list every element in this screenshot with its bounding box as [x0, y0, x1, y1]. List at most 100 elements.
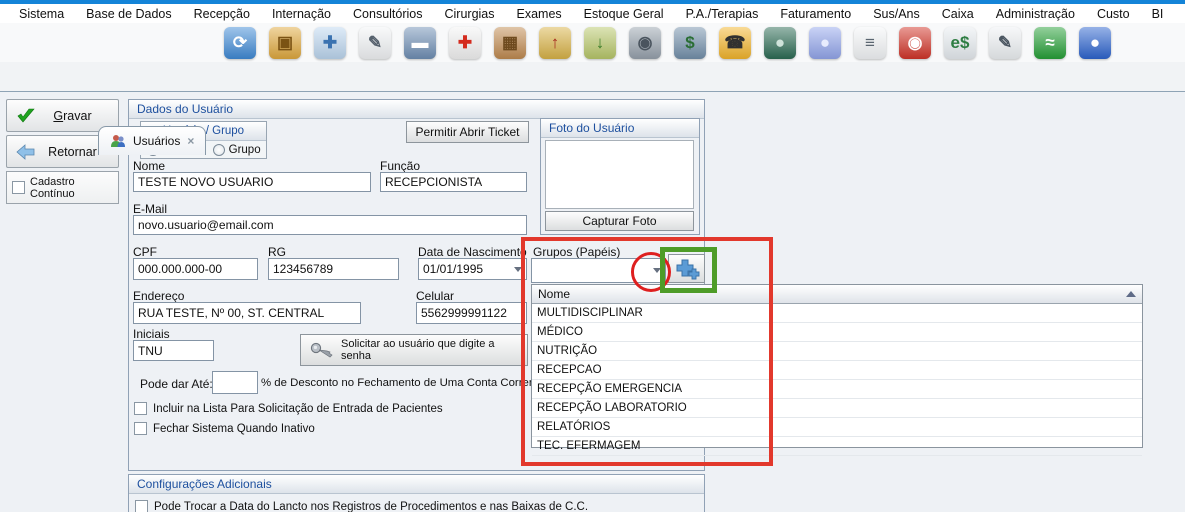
- ambulance-icon[interactable]: ✚: [449, 27, 481, 59]
- pode-trocar-data-label: Pode Trocar a Data do Lancto nos Registr…: [154, 501, 588, 512]
- pode-trocar-data-checkbox[interactable]: [135, 500, 148, 512]
- desconto-field[interactable]: [212, 371, 258, 394]
- tab-usuarios-label: Usuários: [133, 134, 180, 148]
- incluir-lista-row[interactable]: Incluir na Lista Para Solicitação de Ent…: [134, 402, 443, 415]
- contract-icon[interactable]: ✎: [989, 27, 1021, 59]
- rg-field[interactable]: 123456789: [268, 258, 399, 280]
- menu-bar: SistemaBase de DadosRecepçãoInternaçãoCo…: [0, 4, 1185, 23]
- electronic-invoice-icon[interactable]: e$: [944, 27, 976, 59]
- menu-item-recepcao[interactable]: Recepção: [183, 7, 261, 21]
- cpf-field[interactable]: 000.000.000-00: [133, 258, 258, 280]
- fechar-sistema-label: Fechar Sistema Quando Inativo: [153, 423, 315, 435]
- hospital-bed-icon[interactable]: ▬: [404, 27, 436, 59]
- menu-item-cirurgias[interactable]: Cirurgias: [434, 7, 506, 21]
- manual-book-icon-glyph: ●: [775, 34, 785, 51]
- sort-ascending-icon[interactable]: [1126, 291, 1136, 297]
- grupo-row-recepcao-laboratorio[interactable]: RECEPÇÃO LABORATORIO: [532, 399, 1142, 418]
- funcao-field[interactable]: RECEPCIONISTA: [380, 172, 527, 192]
- grupos-dropdown-icon[interactable]: [653, 268, 661, 273]
- gravar-label: Gravar: [53, 109, 91, 123]
- app-window: SistemaBase de DadosRecepçãoInternaçãoCo…: [0, 0, 1185, 512]
- grupos-list: Nome MULTIDISCIPLINARMÉDICONUTRIÇÃORECEP…: [531, 284, 1143, 448]
- stock-box-icon[interactable]: ▦: [494, 27, 526, 59]
- menu-item-sistema[interactable]: Sistema: [8, 7, 75, 21]
- safe-icon[interactable]: ◉: [629, 27, 661, 59]
- data-nascimento-dropdown-icon[interactable]: [514, 267, 522, 272]
- manual-book-icon[interactable]: ●: [764, 27, 796, 59]
- tab-usuarios[interactable]: Usuários ×: [98, 126, 206, 155]
- safe-icon-glyph: ◉: [638, 34, 653, 51]
- menu-item-faturamento[interactable]: Faturamento: [769, 7, 862, 21]
- grupo-row-relatorios[interactable]: RELATÓRIOS: [532, 418, 1142, 437]
- data-nascimento-combo[interactable]: 01/01/1995: [418, 258, 527, 280]
- money-down-icon[interactable]: ↓: [584, 27, 616, 59]
- doctor-icon-glyph: ✚: [323, 34, 337, 51]
- grupos-list-rows: MULTIDISCIPLINARMÉDICONUTRIÇÃORECEPCAORE…: [532, 304, 1142, 456]
- grupos-papeis-label: Grupos (Papéis): [533, 245, 620, 259]
- phone-book-icon-glyph: ☎: [724, 34, 745, 51]
- grupo-row-recepcao[interactable]: RECEPCAO: [532, 361, 1142, 380]
- hospital-bed-icon-glyph: ▬: [412, 34, 429, 51]
- menu-item-custo[interactable]: Custo: [1086, 7, 1141, 21]
- fechar-sistema-row[interactable]: Fechar Sistema Quando Inativo: [134, 422, 315, 435]
- contacts-book-icon[interactable]: ●: [1079, 27, 1111, 59]
- celular-field[interactable]: 5562999991122: [416, 302, 527, 324]
- grupos-list-header[interactable]: Nome: [532, 285, 1142, 304]
- cpf-label: CPF: [133, 245, 157, 259]
- menu-item-internacao[interactable]: Internação: [261, 7, 342, 21]
- menu-item-sus-ans[interactable]: Sus/Ans: [862, 7, 931, 21]
- patients-folder-icon[interactable]: ▣: [269, 27, 301, 59]
- grupo-row-nutricao[interactable]: NUTRIÇÃO: [532, 342, 1142, 361]
- capturar-foto-button[interactable]: Capturar Foto: [545, 211, 694, 231]
- radio-grupo[interactable]: [213, 144, 225, 156]
- pode-dar-ate-label: Pode dar Até:: [140, 377, 213, 391]
- iniciais-field[interactable]: TNU: [133, 340, 214, 361]
- contract-icon-glyph: ✎: [998, 34, 1012, 51]
- grupos-combo[interactable]: [531, 258, 666, 283]
- menu-item-consultorios[interactable]: Consultórios: [342, 7, 433, 21]
- pode-trocar-data-row[interactable]: Pode Trocar a Data do Lancto nos Registr…: [135, 500, 588, 512]
- menu-item-administracao[interactable]: Administração: [985, 7, 1086, 21]
- billing-computer-icon[interactable]: $: [674, 27, 706, 59]
- menu-item-caixa[interactable]: Caixa: [931, 7, 985, 21]
- menu-item-exames[interactable]: Exames: [506, 7, 573, 21]
- power-icon[interactable]: ◉: [899, 27, 931, 59]
- nome-label: Nome: [133, 159, 165, 173]
- users-refresh-icon[interactable]: ⟳: [224, 27, 256, 59]
- grupo-row-multidisciplinar[interactable]: MULTIDISCIPLINAR: [532, 304, 1142, 323]
- cadastro-continuo-row[interactable]: Cadastro Contínuo: [6, 171, 119, 204]
- permitir-abrir-ticket-label: Permitir Abrir Ticket: [415, 125, 519, 139]
- menu-item-base-de-dados[interactable]: Base de Dados: [75, 7, 182, 21]
- incluir-lista-checkbox[interactable]: [134, 402, 147, 415]
- grupo-row-medico[interactable]: MÉDICO: [532, 323, 1142, 342]
- fechar-sistema-checkbox[interactable]: [134, 422, 147, 435]
- cadastro-continuo-checkbox[interactable]: [12, 181, 25, 194]
- radio-grupo-label: Grupo: [229, 144, 261, 156]
- email-field[interactable]: novo.usuario@email.com: [133, 215, 527, 235]
- money-down-icon-glyph: ↓: [596, 34, 605, 51]
- menu-item-bi[interactable]: BI: [1141, 7, 1175, 21]
- rg-label: RG: [268, 245, 286, 259]
- nome-field[interactable]: TESTE NOVO USUARIO: [133, 172, 371, 192]
- tab-usuarios-close-icon[interactable]: ×: [187, 134, 194, 148]
- endereco-field[interactable]: RUA TESTE, Nº 00, ST. CENTRAL: [133, 302, 361, 324]
- money-up-icon[interactable]: ↑: [539, 27, 571, 59]
- permitir-abrir-ticket-button[interactable]: Permitir Abrir Ticket: [406, 121, 529, 143]
- health-log-icon[interactable]: ≈: [1034, 27, 1066, 59]
- menu-item-estoque-geral[interactable]: Estoque Geral: [573, 7, 675, 21]
- ambulance-icon-glyph: ✚: [458, 34, 472, 51]
- add-grupo-button[interactable]: [668, 254, 705, 283]
- funcao-label: Função: [380, 159, 420, 173]
- grupo-row-tec-efermagem[interactable]: TEC. EFERMAGEM: [532, 437, 1142, 456]
- doctor-icon[interactable]: ✚: [314, 27, 346, 59]
- menu-item-p-a-terapias[interactable]: P.A./Terapias: [675, 7, 770, 21]
- desconto-suffix-label: % de Desconto no Fechamento de Uma Conta…: [261, 377, 545, 389]
- phone-book-icon[interactable]: ☎: [719, 27, 751, 59]
- iniciais-label: Iniciais: [133, 327, 170, 341]
- document-sign-icon[interactable]: ✎: [359, 27, 391, 59]
- invoice-icon[interactable]: ≡: [854, 27, 886, 59]
- chat-icon[interactable]: ●: [809, 27, 841, 59]
- users-refresh-icon-glyph: ⟳: [233, 34, 247, 51]
- solicitar-senha-button[interactable]: Solicitar ao usuário que digite a senha: [300, 334, 528, 366]
- grupo-row-recepcao-emergencia[interactable]: RECEPÇÃO EMERGENCIA: [532, 380, 1142, 399]
